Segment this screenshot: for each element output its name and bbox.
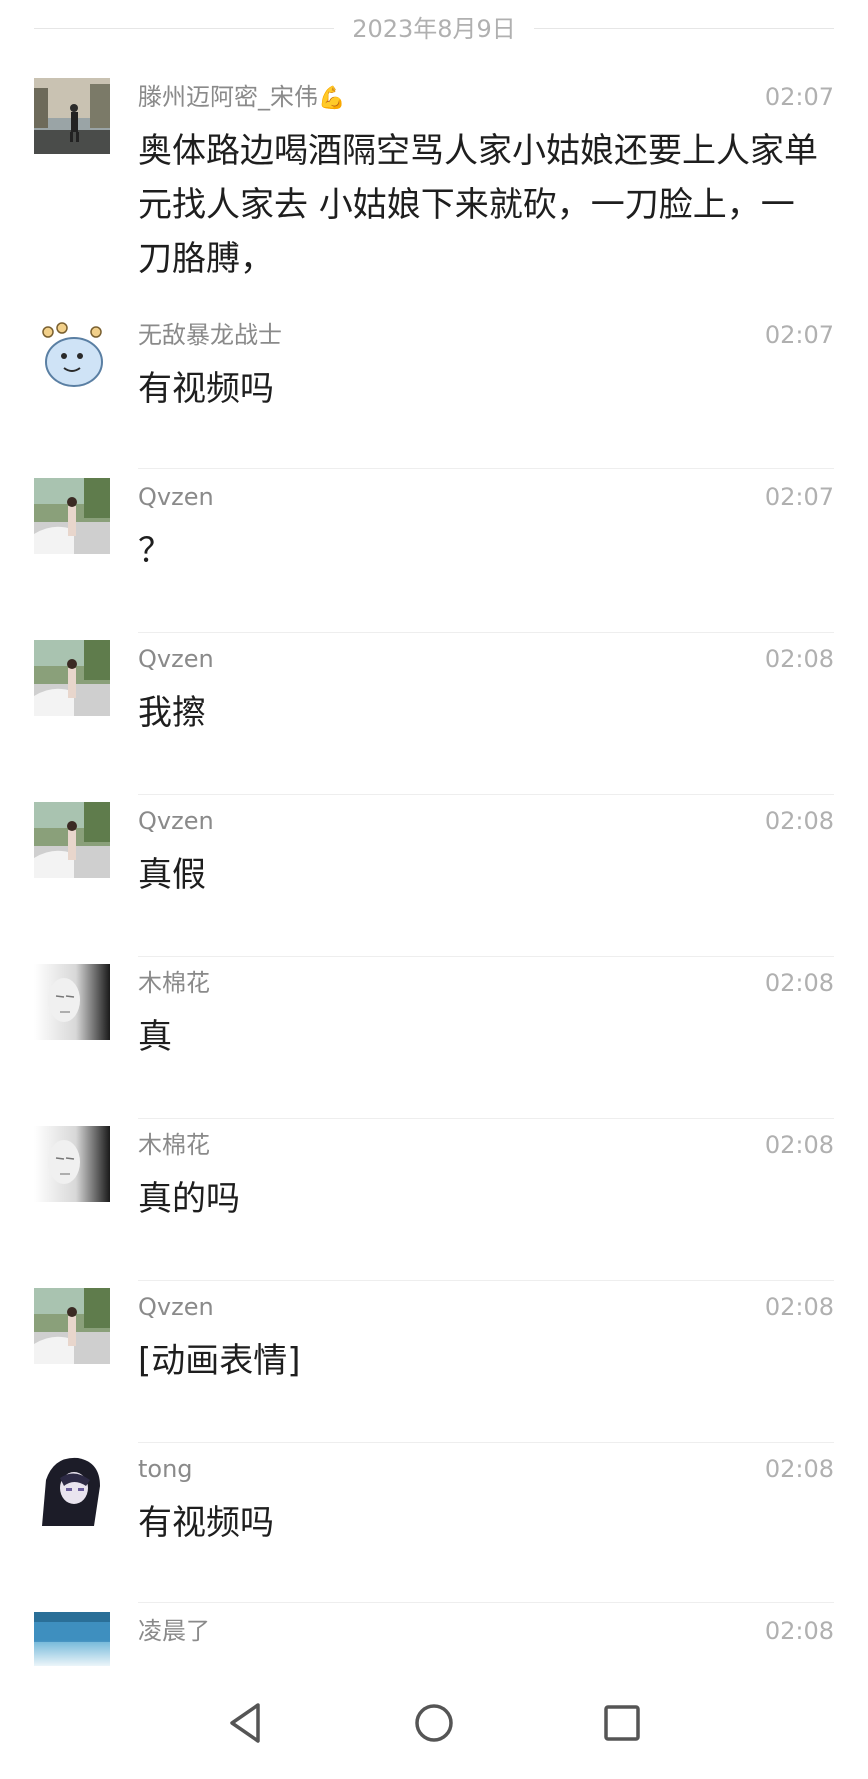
message-item[interactable]: Qvzen 02:07 ？ <box>0 470 868 633</box>
message-time: 02:07 <box>764 483 834 511</box>
avatar[interactable] <box>34 316 110 392</box>
message-text: 有视频吗 <box>138 1503 274 1543</box>
sender-name: 滕州迈阿密_宋伟💪 <box>138 80 345 116</box>
message-text: 有视频吗 <box>138 369 274 409</box>
triangle-back-icon <box>230 1703 260 1743</box>
avatar[interactable] <box>34 1450 110 1526</box>
list-fade <box>0 1640 868 1670</box>
sender-name-text: 滕州迈阿密_宋伟 <box>138 83 318 111</box>
divider-line <box>534 28 834 29</box>
sender-name: Qvzen <box>138 1293 214 1321</box>
cartoon-dino-avatar-icon <box>34 316 110 392</box>
avatar[interactable] <box>34 1288 110 1364</box>
avatar[interactable] <box>34 964 110 1040</box>
anime-avatar-icon <box>34 1450 110 1526</box>
date-label: 2023年8月9日 <box>352 15 516 43</box>
message-item[interactable]: Qvzen 02:08 我擦 <box>0 632 868 795</box>
message-item[interactable]: 滕州迈阿密_宋伟💪 02:07 奥体路边喝酒隔空骂人家小姑娘还要上人家单元找人家… <box>0 70 868 310</box>
message-item[interactable]: Qvzen 02:08 [动画表情] <box>0 1280 868 1443</box>
sender-name: tong <box>138 1455 193 1483</box>
message-list[interactable]: 滕州迈阿密_宋伟💪 02:07 奥体路边喝酒隔空骂人家小姑娘还要上人家单元找人家… <box>0 70 868 1666</box>
message-item[interactable]: 木棉花 02:08 真 <box>0 956 868 1119</box>
avatar[interactable] <box>34 1126 110 1202</box>
message-text: 奥体路边喝酒隔空骂人家小姑娘还要上人家单元找人家去 小姑娘下来就砍，一刀脸上，一… <box>138 131 818 279</box>
message-time: 02:08 <box>764 1131 834 1159</box>
recents-button[interactable] <box>592 1693 652 1753</box>
sender-name: 木棉花 <box>138 969 210 997</box>
portrait-avatar-bw-icon <box>34 964 110 1040</box>
photo-avatar-car-icon <box>34 1288 110 1364</box>
message-item[interactable]: Qvzen 02:08 真假 <box>0 794 868 957</box>
message-time: 02:08 <box>764 969 834 997</box>
message-text: ？ <box>138 531 172 571</box>
system-nav-bar <box>0 1667 868 1779</box>
sender-name: Qvzen <box>138 807 214 835</box>
message-time: 02:08 <box>764 807 834 835</box>
photo-avatar-car-icon <box>34 640 110 716</box>
message-divider <box>138 468 834 469</box>
avatar[interactable] <box>34 802 110 878</box>
message-text: 我擦 <box>138 693 206 733</box>
message-item[interactable]: tong 02:08 有视频吗 <box>0 1442 868 1603</box>
message-time: 02:08 <box>764 1455 834 1483</box>
message-time: 02:08 <box>764 1293 834 1321</box>
avatar[interactable] <box>34 478 110 554</box>
photo-avatar-car-icon <box>34 802 110 878</box>
message-text: [动画表情] <box>138 1341 301 1381</box>
message-divider <box>138 1602 834 1603</box>
back-button[interactable] <box>216 1693 276 1753</box>
sender-name: Qvzen <box>138 483 214 511</box>
square-recents-icon <box>604 1705 640 1741</box>
sender-name: 木棉花 <box>138 1131 210 1159</box>
avatar[interactable] <box>34 640 110 716</box>
message-time: 02:07 <box>764 321 834 349</box>
muscle-icon: 💪 <box>318 86 346 111</box>
home-button[interactable] <box>404 1693 464 1753</box>
message-text: 真的吗 <box>138 1179 240 1219</box>
sender-name: Qvzen <box>138 645 214 673</box>
message-time: 02:07 <box>764 83 834 111</box>
photo-avatar-car-icon <box>34 478 110 554</box>
avatar[interactable] <box>34 78 110 154</box>
message-text: 真假 <box>138 855 206 895</box>
photo-avatar-street-icon <box>34 78 110 154</box>
message-time: 02:08 <box>764 645 834 673</box>
date-divider: 2023年8月9日 <box>34 12 834 46</box>
divider-line <box>34 28 334 29</box>
message-text: 真 <box>138 1017 172 1057</box>
sender-name: 无敌暴龙战士 <box>138 321 282 349</box>
circle-home-icon <box>415 1704 453 1742</box>
portrait-avatar-bw-icon <box>34 1126 110 1202</box>
message-item[interactable]: 木棉花 02:08 真的吗 <box>0 1118 868 1281</box>
message-item[interactable]: 无敌暴龙战士 02:07 有视频吗 <box>0 308 868 469</box>
